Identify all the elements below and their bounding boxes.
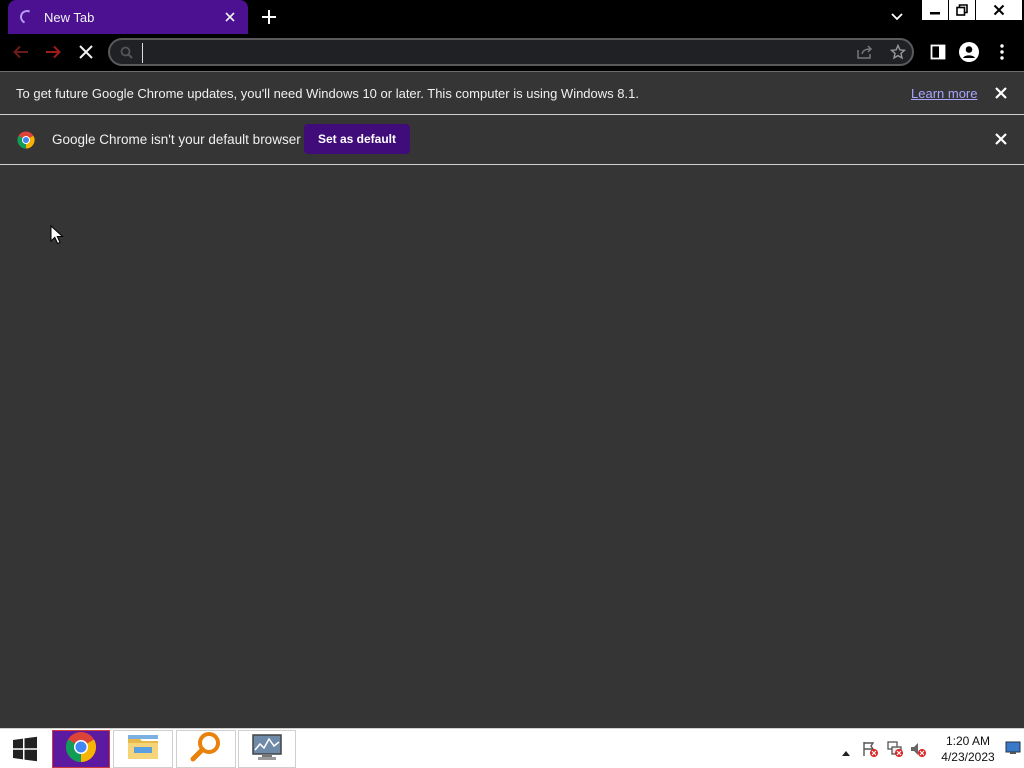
resource-monitor-icon	[250, 732, 284, 767]
back-arrow-icon[interactable]	[11, 42, 31, 62]
restore-button[interactable]	[949, 0, 975, 20]
update-message: To get future Google Chrome updates, you…	[16, 86, 639, 101]
default-browser-message: Google Chrome isn't your default browser	[52, 132, 301, 147]
address-input[interactable]	[142, 43, 827, 63]
taskbar-resource-monitor[interactable]	[238, 730, 296, 768]
address-bar[interactable]	[108, 38, 914, 66]
tab-title: New Tab	[44, 9, 95, 25]
stop-loading-icon[interactable]	[76, 42, 96, 62]
bookmark-star-icon[interactable]	[889, 43, 907, 65]
chrome-logo-icon	[17, 131, 35, 154]
update-infobar: To get future Google Chrome updates, you…	[0, 71, 1024, 115]
set-as-default-button[interactable]: Set as default	[304, 124, 410, 154]
tab-close-icon[interactable]	[222, 9, 238, 25]
show-hidden-icons-icon[interactable]	[841, 744, 851, 762]
share-icon[interactable]	[857, 45, 873, 64]
page-content[interactable]	[0, 165, 1024, 728]
network-icon[interactable]	[886, 740, 904, 758]
search-magnifier-icon	[190, 731, 222, 768]
system-clock[interactable]: 1:20 AM 4/23/2023	[936, 733, 1000, 765]
mouse-pointer-icon	[50, 224, 64, 250]
loading-spinner-icon	[18, 8, 36, 26]
default-browser-infobar: Google Chrome isn't your default browser…	[0, 115, 1024, 165]
clock-date: 4/23/2023	[941, 750, 995, 764]
close-icon[interactable]	[994, 132, 1008, 146]
start-button[interactable]	[0, 730, 50, 768]
tab-new-tab[interactable]: New Tab	[8, 0, 248, 34]
taskbar-file-explorer[interactable]	[113, 730, 173, 768]
browser-toolbar	[0, 34, 1024, 71]
file-explorer-icon	[126, 732, 160, 767]
search-icon	[120, 46, 133, 64]
kebab-menu-icon[interactable]	[992, 42, 1012, 62]
forward-arrow-icon[interactable]	[43, 42, 63, 62]
side-panel-icon[interactable]	[928, 42, 948, 62]
tab-search-chevron-icon[interactable]	[890, 9, 908, 25]
new-tab-button[interactable]	[260, 8, 278, 26]
taskbar-search-app[interactable]	[176, 730, 236, 768]
action-center-flag-icon[interactable]	[861, 740, 879, 758]
volume-muted-icon[interactable]	[909, 740, 927, 758]
learn-more-link[interactable]: Learn more	[911, 86, 977, 101]
taskbar-chrome[interactable]	[52, 730, 110, 768]
minimize-button[interactable]	[922, 0, 948, 20]
clock-time: 1:20 AM	[945, 734, 991, 748]
close-icon[interactable]	[994, 86, 1008, 100]
title-bar: New Tab	[0, 0, 1024, 34]
taskbar: 1:20 AM 4/23/2023	[0, 728, 1024, 768]
profile-avatar-icon[interactable]	[958, 41, 980, 63]
show-desktop-icon[interactable]	[1005, 741, 1021, 760]
close-window-button[interactable]	[976, 0, 1022, 20]
chrome-icon	[65, 731, 97, 768]
